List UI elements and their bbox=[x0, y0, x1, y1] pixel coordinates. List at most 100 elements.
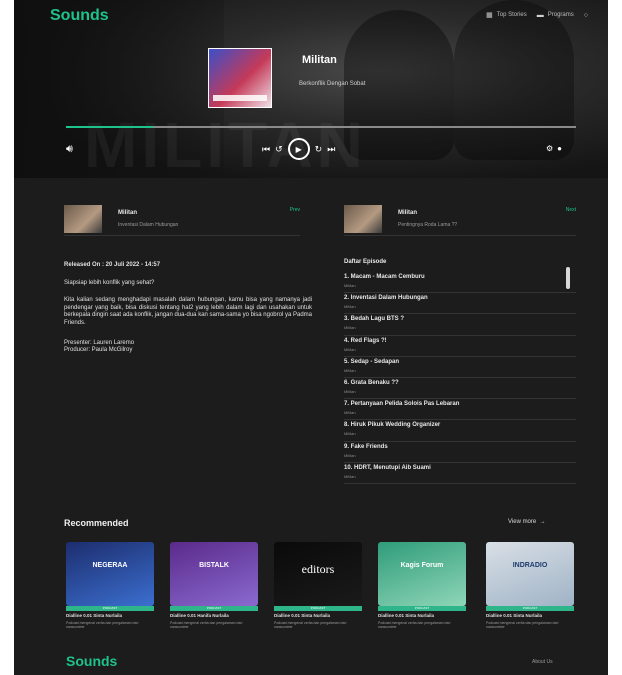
recommended-card[interactable]: editors PODCAST Dialline 0.01 Sinta Nurl… bbox=[274, 542, 362, 630]
episode-item[interactable]: 4. Red Flags ?! Militan bbox=[344, 336, 576, 357]
recommended-desc: Podcast mengenai cerita dan pengalaman d… bbox=[378, 620, 451, 630]
cover-title: BISTALK bbox=[199, 562, 229, 569]
recommended-name: Dialline 0.01 Sinta Nurlaila bbox=[66, 613, 123, 618]
cover-strip: PODCAST bbox=[378, 606, 466, 611]
episode-item[interactable]: 6. Grata Benaku ?? Militan bbox=[344, 378, 576, 400]
episode-title: 4. Red Flags ?! bbox=[344, 337, 387, 344]
folder-icon: ▬ bbox=[536, 11, 544, 19]
card-subtitle: Pentingnya Roda Lama ?? bbox=[398, 222, 458, 228]
recommended-name: Dialline 0.01 Sinta Nurlaila bbox=[378, 613, 435, 618]
recommended-card[interactable]: INDRADIO PODCAST Dialline 0.01 Sinta Nur… bbox=[486, 542, 574, 630]
episode-title: 3. Bedah Lagu BTS ? bbox=[344, 316, 405, 323]
footer-logo[interactable]: Sounds bbox=[66, 653, 117, 669]
search-button[interactable]: ○ bbox=[584, 12, 588, 19]
card-subtitle: Inventasi Dalam Hubungan bbox=[118, 222, 179, 228]
nav-label: Programs bbox=[547, 12, 574, 18]
footer: Sounds About Us bbox=[14, 647, 608, 675]
prev-episode-card[interactable]: Militan Inventasi Dalam Hubungan Prev bbox=[64, 205, 300, 236]
forward-icon[interactable]: ↻ bbox=[315, 144, 323, 154]
volume-icon[interactable]: 🔊︎ bbox=[66, 143, 73, 156]
episode-title: 8. Hiruk Pikuk Wedding Organizer bbox=[344, 422, 441, 429]
episode-meta: Militan bbox=[344, 346, 356, 352]
episode-list-scrollbar[interactable] bbox=[566, 267, 570, 289]
recommended-desc: Podcast mengenai cerita dan pengalaman d… bbox=[170, 620, 243, 630]
next-episode-card[interactable]: Militan Pentingnya Roda Lama ?? Next bbox=[344, 205, 576, 236]
player-hero: MILITAN Sounds ▦ Top Stories ▬ Programs … bbox=[14, 0, 608, 178]
release-date: Released On : 20 Juli 2022 - 14:57 bbox=[64, 262, 161, 268]
episode-meta: Militan bbox=[344, 452, 356, 458]
episode-cover bbox=[208, 48, 272, 108]
track-title: Militan bbox=[302, 54, 337, 66]
top-nav: ▦ Top Stories ▬ Programs ○ bbox=[486, 11, 588, 20]
next-icon[interactable]: ⏭︎ bbox=[327, 144, 335, 154]
grid-icon: ▦ bbox=[486, 12, 493, 19]
cover-title: editors bbox=[301, 562, 335, 576]
episode-item[interactable]: 3. Bedah Lagu BTS ? Militan bbox=[344, 314, 576, 336]
episode-item[interactable]: 8. Hiruk Pikuk Wedding Organizer Militan bbox=[344, 420, 576, 442]
episode-list-heading: Daftar Episode bbox=[344, 259, 387, 265]
card-thumbnail bbox=[344, 205, 382, 233]
episode-meta: Militan bbox=[344, 367, 356, 373]
nav-label: Top Stories bbox=[496, 12, 527, 18]
play-button[interactable]: ▶ bbox=[287, 138, 310, 160]
nav-top-stories[interactable]: ▦ Top Stories bbox=[486, 11, 527, 19]
rewind-icon[interactable]: ↺ bbox=[275, 144, 283, 154]
presenter: Presenter: Lauren Laremo bbox=[64, 339, 135, 346]
cover-strip: PODCAST bbox=[486, 606, 574, 611]
episode-title: 1. Macam - Macam Cemburu bbox=[344, 274, 425, 280]
episode-meta: Militan bbox=[344, 473, 356, 479]
producer: Producer: Paula McGilroy bbox=[64, 347, 133, 354]
recommended-cover: Kagis Forum bbox=[378, 542, 466, 606]
track-subtitle: Berkonflik Dengan Sobat bbox=[299, 81, 366, 87]
recommended-desc: Podcast mengenai cerita dan pengalaman d… bbox=[274, 620, 347, 630]
previous-icon[interactable]: ⏮︎ bbox=[262, 144, 270, 154]
episode-item[interactable]: 2. Inventasi Dalam Hubungan Militan bbox=[344, 293, 576, 315]
description-question: Siapsiap lebih konflik yang sehat? bbox=[64, 279, 155, 286]
player-extra: ⚙ ● bbox=[546, 144, 562, 153]
recommended-card[interactable]: Kagis Forum PODCAST Dialline 0.01 Sinta … bbox=[378, 542, 466, 630]
episode-item[interactable]: 7. Pertanyaan Pelida Solois Pas Lebaran M… bbox=[344, 399, 576, 421]
progress-fill bbox=[66, 126, 153, 128]
about-us-link[interactable]: About Us bbox=[532, 659, 553, 665]
visibility-icon[interactable]: ● bbox=[557, 144, 562, 153]
episode-title: 9. Fake Friends bbox=[344, 443, 388, 450]
view-more-label: View more bbox=[508, 519, 537, 525]
episode-meta: Militan bbox=[344, 325, 356, 331]
episode-item[interactable]: 5. Sedap - Sedapan Militan bbox=[344, 357, 576, 378]
recommended-cover: NEGERAA bbox=[66, 542, 154, 606]
episode-title: 6. Grata Benaku ?? bbox=[344, 379, 399, 386]
top-bar: Sounds ▦ Top Stories ▬ Programs ○ bbox=[14, 0, 608, 30]
recommended-heading: Recommended bbox=[64, 518, 129, 528]
nav-programs[interactable]: ▬ Programs bbox=[537, 12, 574, 19]
episode-title: 2. Inventasi Dalam Hubungan bbox=[344, 295, 428, 302]
card-tag: Prev bbox=[289, 207, 300, 213]
episode-meta: Militan bbox=[344, 410, 356, 416]
cover-title: NEGERAA bbox=[92, 562, 128, 569]
card-thumbnail bbox=[64, 205, 102, 233]
recommended-cover: editors bbox=[274, 542, 362, 606]
description-body: Kita kalian sedang menghadapi masalah da… bbox=[64, 297, 312, 326]
cover-band bbox=[213, 95, 267, 101]
card-title: Militan bbox=[398, 210, 417, 216]
recommended-desc: Podcast mengenai cerita dan pengalaman d… bbox=[486, 620, 559, 630]
card-tag: Next bbox=[565, 207, 576, 213]
episode-meta: Militan bbox=[344, 388, 356, 394]
recommended-desc: Podcast mengenai cerita dan pengalaman d… bbox=[66, 620, 139, 630]
episode-item[interactable]: 10. HDRT, Menutupi Aib Suami Militan bbox=[344, 463, 576, 484]
episode-item[interactable]: 9. Fake Friends Militan bbox=[344, 442, 576, 463]
recommended-name: Dialline 0.01 Hanifa Nurlaila bbox=[170, 613, 229, 618]
recommended-card[interactable]: NEGERAA PODCAST Dialline 0.01 Sinta Nurl… bbox=[66, 542, 154, 630]
progress-bar[interactable] bbox=[66, 126, 576, 128]
view-more-link[interactable]: View more → bbox=[508, 519, 546, 525]
episode-item[interactable]: 1. Macam - Macam Cemburu Militan bbox=[344, 272, 576, 294]
episode-title: 7. Pertanyaan Pelida Solois Pas Lebaran bbox=[344, 401, 460, 408]
settings-icon[interactable]: ⚙ bbox=[546, 144, 553, 153]
search-icon: ○ bbox=[583, 11, 588, 19]
logo[interactable]: Sounds bbox=[50, 7, 109, 25]
arrow-right-icon: → bbox=[537, 519, 546, 525]
recommended-card[interactable]: BISTALK PODCAST Dialline 0.01 Hanifa Nur… bbox=[170, 542, 258, 630]
app-frame: MILITAN Sounds ▦ Top Stories ▬ Programs … bbox=[14, 0, 608, 675]
episode-meta: Militan bbox=[344, 431, 356, 437]
play-icon: ▶ bbox=[295, 144, 302, 154]
card-title: Militan bbox=[118, 210, 137, 216]
